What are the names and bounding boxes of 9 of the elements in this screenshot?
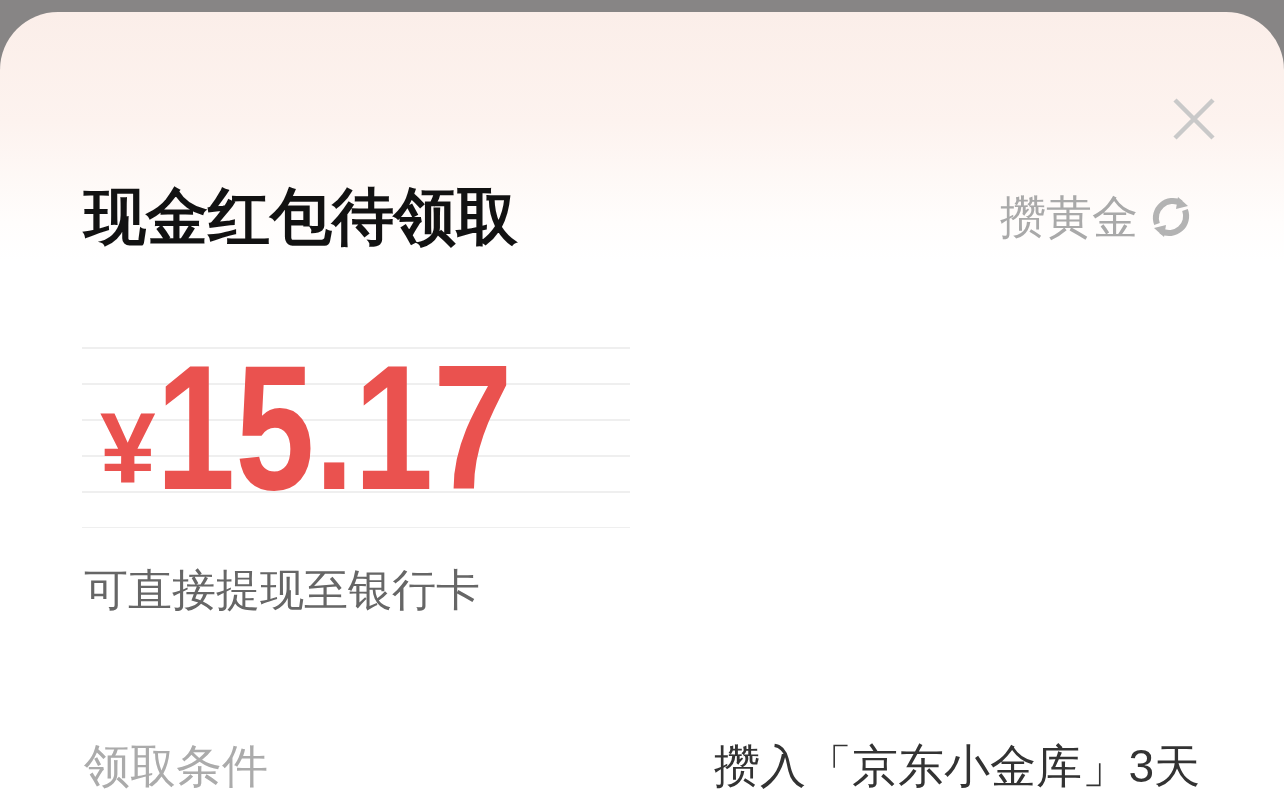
condition-label: 领取条件 (84, 742, 268, 790)
condition-value: 攒入「京东小金库」3天 (714, 742, 1200, 790)
close-icon (1172, 97, 1216, 141)
savings-link[interactable]: 攒黄金 (1000, 192, 1194, 242)
close-button[interactable] (1172, 97, 1216, 141)
withdraw-note: 可直接提现至银行卡 (84, 566, 480, 614)
amount-value: 15.17 (155, 348, 512, 508)
sheet-title: 现金红包待领取 (84, 186, 518, 248)
currency-symbol: ¥ (100, 398, 156, 498)
